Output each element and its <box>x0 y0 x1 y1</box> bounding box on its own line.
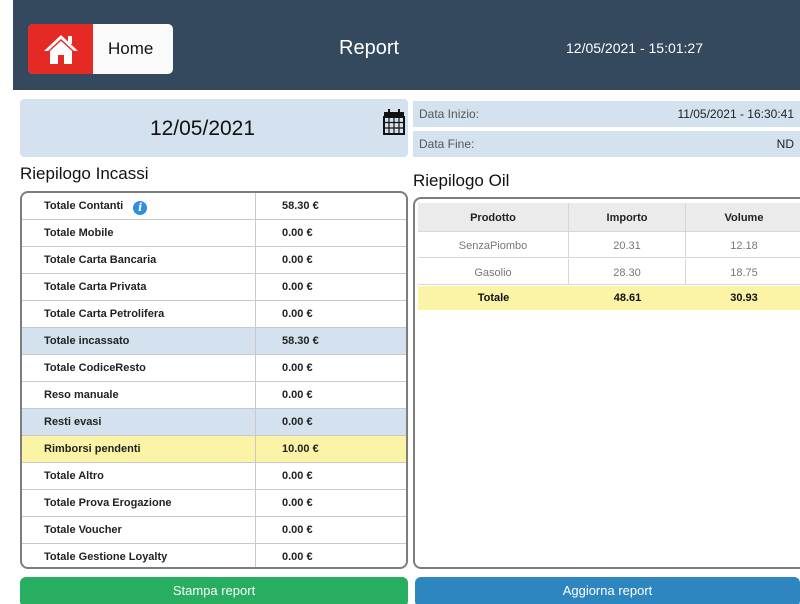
table-row: SenzaPiombo 20.31 12.18 <box>418 232 800 258</box>
page-title: Report <box>339 37 400 59</box>
row-value: 0.00 € <box>282 497 313 509</box>
row-value: 0.00 € <box>282 470 313 482</box>
row-value: 0.00 € <box>282 389 313 401</box>
date-selector[interactable]: 12/05/2021 <box>20 99 408 157</box>
row-value: 0.00 € <box>282 254 313 266</box>
product-name: Gasolio <box>418 259 569 284</box>
table-row: Totale Voucher 0.00 € <box>22 517 406 544</box>
oil-total-row: Totale 48.61 30.93 <box>418 286 800 310</box>
table-row-resti-evasi: Resti evasi 0.00 € <box>22 409 406 436</box>
total-label: Totale <box>477 292 510 304</box>
product-volume: 18.75 <box>730 267 758 279</box>
row-value: 10.00 € <box>282 443 319 455</box>
table-row: Gasolio 28.30 18.75 <box>418 259 800 285</box>
row-label: Totale CodiceResto <box>22 355 256 381</box>
row-value: 0.00 € <box>282 227 313 239</box>
start-date-value: 11/05/2021 - 16:30:41 <box>677 107 794 121</box>
row-label: Totale Carta Petrolifera <box>22 301 256 327</box>
row-label: Totale Contanti <box>44 200 124 212</box>
table-row: Totale CodiceResto 0.00 € <box>22 355 406 382</box>
row-value: 58.30 € <box>282 335 319 347</box>
end-date-label: Data Fine: <box>419 137 475 151</box>
table-row: Totale Carta Bancaria 0.00 € <box>22 247 406 274</box>
row-value: 0.00 € <box>282 524 313 536</box>
end-date-value: ND <box>776 137 794 151</box>
row-label: Totale Voucher <box>22 517 256 543</box>
row-label: Totale Prova Erogazione <box>22 490 256 516</box>
row-label: Reso manuale <box>22 382 256 408</box>
row-value: 58.30 € <box>282 200 319 212</box>
product-volume: 12.18 <box>730 240 758 252</box>
table-row-rimborsi: Rimborsi pendenti 10.00 € <box>22 436 406 463</box>
oil-title: Riepilogo Oil <box>413 171 510 190</box>
incassi-table: Totale Contanti i 58.30 € Totale Mobile 0… <box>20 191 408 569</box>
oil-panel: Prodotto Importo Volume SenzaPiombo 20.3… <box>413 197 800 569</box>
row-value: 0.00 € <box>282 416 313 428</box>
row-label: Resti evasi <box>22 409 256 435</box>
table-row: Totale Mobile 0.00 € <box>22 220 406 247</box>
table-row: Totale Carta Privata 0.00 € <box>22 274 406 301</box>
total-importo: 48.61 <box>613 292 642 304</box>
table-row: Reso manuale 0.00 € <box>22 382 406 409</box>
table-row: Totale Gestione Loyalty 0.00 € <box>22 544 406 567</box>
info-icon[interactable]: i <box>133 201 148 215</box>
start-date-row: Data Inizio: 11/05/2021 - 16:30:41 <box>413 101 800 127</box>
row-label: Totale Carta Privata <box>22 274 256 300</box>
oil-header-row: Prodotto Importo Volume <box>418 203 800 232</box>
end-date-row: Data Fine: ND <box>413 131 800 157</box>
incassi-title: Riepilogo Incassi <box>20 164 149 183</box>
header-bar: Home Report 12/05/2021 - 15:01:27 <box>13 0 800 90</box>
row-label: Rimborsi pendenti <box>22 436 256 462</box>
current-datetime: 12/05/2021 - 15:01:27 <box>566 40 704 56</box>
home-label: Home <box>108 39 154 58</box>
total-volume: 30.93 <box>730 292 758 304</box>
refresh-report-button[interactable]: Aggiorna report <box>415 577 800 604</box>
row-label: Totale Mobile <box>22 220 256 246</box>
product-importo: 20.31 <box>569 232 686 257</box>
row-value: 0.00 € <box>282 281 313 293</box>
table-row: Totale Contanti i 58.30 € <box>22 193 406 220</box>
start-date-label: Data Inizio: <box>419 107 480 121</box>
home-icon <box>28 24 93 74</box>
product-importo: 28.30 <box>569 259 686 284</box>
row-value: 0.00 € <box>282 308 313 320</box>
product-name: SenzaPiombo <box>418 232 569 257</box>
row-label: Totale incassato <box>22 328 256 354</box>
calendar-icon[interactable] <box>383 109 405 140</box>
row-value: 0.00 € <box>282 362 313 374</box>
table-row: Totale Prova Erogazione 0.00 € <box>22 490 406 517</box>
home-button[interactable]: Home <box>28 24 173 74</box>
row-value: 0.00 € <box>282 551 313 563</box>
table-row: Totale Altro 0.00 € <box>22 463 406 490</box>
table-row: Totale Carta Petrolifera 0.00 € <box>22 301 406 328</box>
print-report-button[interactable]: Stampa report <box>20 577 408 604</box>
column-header-prodotto: Prodotto <box>418 203 569 231</box>
column-header-importo: Importo <box>569 203 686 231</box>
row-label: Totale Altro <box>22 463 256 489</box>
table-row-total-incassato: Totale incassato 58.30 € <box>22 328 406 355</box>
selected-date: 12/05/2021 <box>149 117 256 140</box>
column-header-volume: Volume <box>724 212 764 224</box>
row-label: Totale Carta Bancaria <box>22 247 256 273</box>
row-label: Totale Gestione Loyalty <box>22 544 256 567</box>
